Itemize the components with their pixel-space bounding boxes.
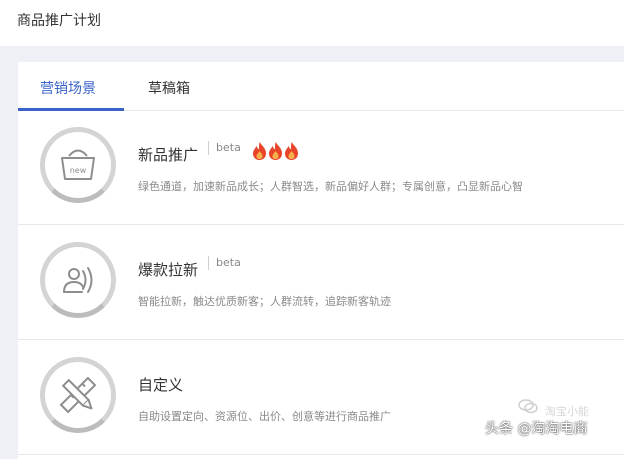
flame-icon: [269, 142, 282, 160]
scene-card-hot-acquisition[interactable]: 爆款拉新 beta 智能拉新，触达优质新客；人群流转，追踪新客轨迹: [18, 226, 624, 340]
scene-description: 绿色通道，加速新品成长；人群智选，新品偏好人群；专属创意，凸显新品心智: [138, 180, 523, 193]
flame-icon: [285, 142, 298, 160]
page-header: 商品推广计划: [0, 0, 624, 46]
chat-bubble-icon: [518, 399, 538, 414]
watermark-faint: 淘宝小能: [545, 405, 589, 418]
page-title: 商品推广计划: [17, 13, 101, 29]
watermark: 头条 @淘淘电商: [485, 421, 588, 437]
flame-icon: [253, 142, 266, 160]
scene-description: 智能拉新，触达优质新客；人群流转，追踪新客轨迹: [138, 295, 391, 308]
hot-indicator: [252, 141, 300, 165]
new-bag-icon-label: new: [70, 166, 87, 175]
tab-drafts[interactable]: 草稿箱: [148, 78, 190, 98]
tab-bar: 营销场景 草稿箱: [18, 62, 624, 111]
beta-badge: beta: [208, 256, 241, 270]
scene-title: 爆款拉新: [138, 261, 199, 279]
scene-card-new-product[interactable]: new 新品推广 beta 绿色通道，加速新品成长；人群智选，新品偏好人群；专属…: [18, 111, 624, 225]
tab-marketing-scenes[interactable]: 营销场景: [40, 78, 96, 98]
pencil-ruler-icon: [40, 357, 116, 433]
beta-badge: beta: [208, 141, 241, 155]
new-bag-icon: new: [40, 127, 116, 203]
scene-description: 自助设置定向、资源位、出价、创意等进行商品推广: [138, 410, 391, 423]
scene-title: 自定义: [138, 376, 184, 394]
user-wave-icon: [40, 242, 116, 318]
scene-title: 新品推广: [138, 146, 199, 164]
